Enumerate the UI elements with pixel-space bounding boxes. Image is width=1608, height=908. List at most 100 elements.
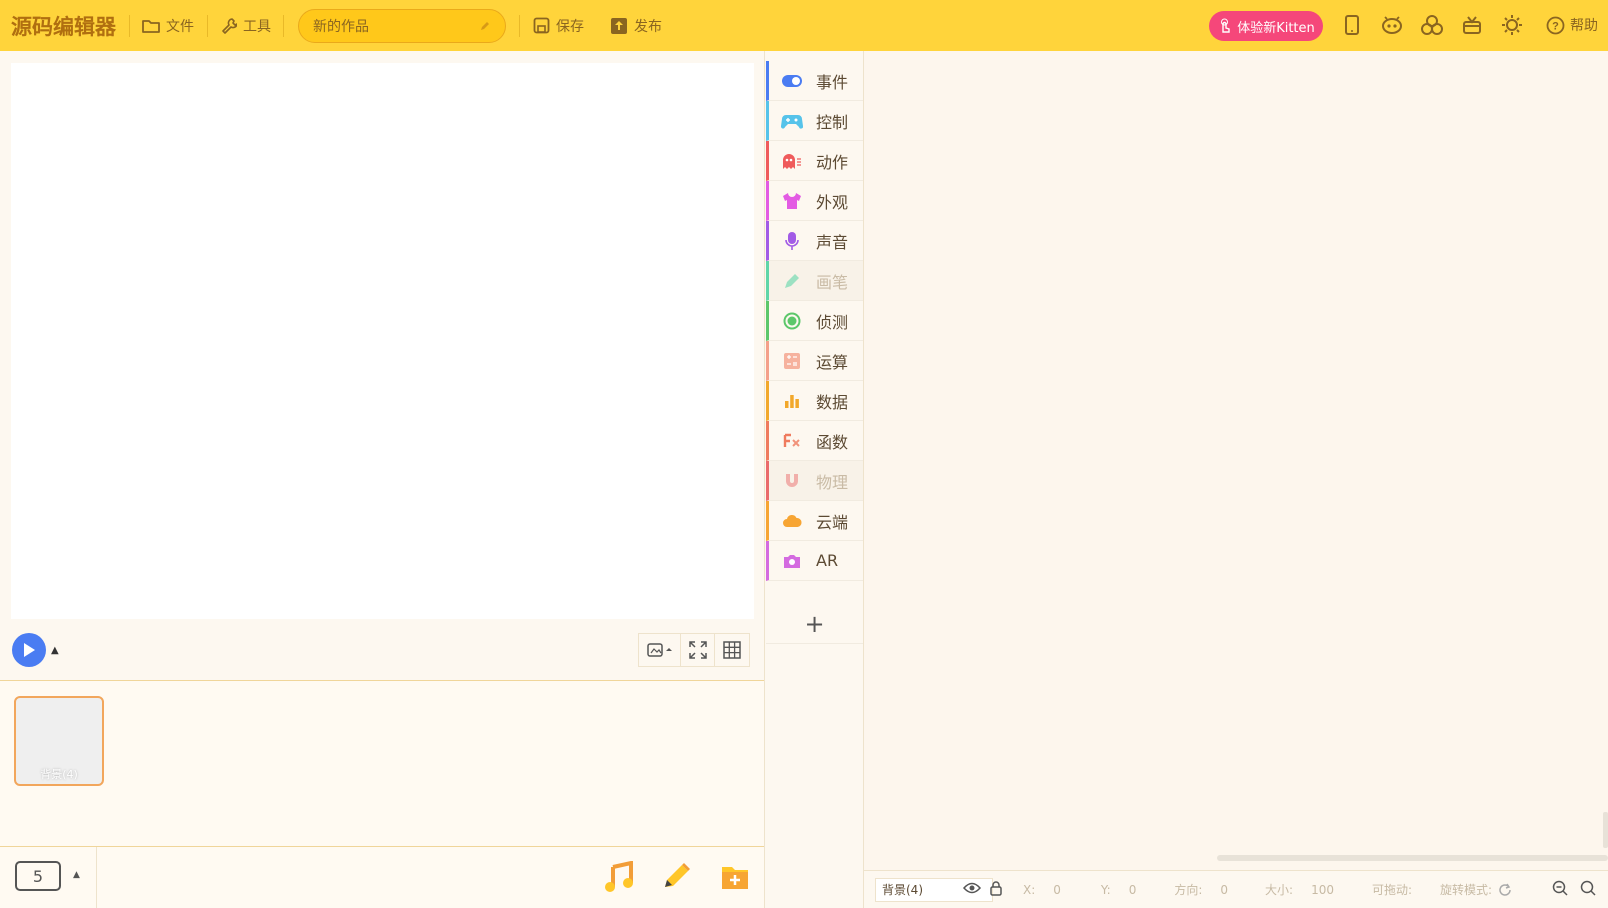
category-label: 控制 (816, 112, 849, 132)
screen-mode-icon (646, 643, 672, 657)
horizontal-scrollbar[interactable] (1217, 855, 1608, 861)
grid-button[interactable] (715, 634, 749, 666)
object-name: 背景(4) (882, 883, 923, 897)
category-label: 数据 (816, 392, 849, 412)
app-logo: 源码编辑器 (11, 14, 116, 39)
visibility-eye-icon[interactable] (962, 882, 982, 897)
file-menu[interactable]: 文件 (142, 16, 194, 36)
category-camera[interactable]: AR (766, 541, 863, 581)
direction-label: 方向: (1174, 883, 1203, 897)
sprite-list: 背景(4) (0, 680, 764, 846)
ghost-icon (780, 149, 804, 173)
category-label: 事件 (816, 72, 849, 92)
project-title: 新的作品 (313, 18, 369, 35)
music-icon[interactable] (604, 860, 634, 897)
tools-menu[interactable]: 工具 (221, 16, 271, 36)
vertical-scrollbar[interactable] (1603, 812, 1608, 848)
status-bar: 背景(4) X: 0 Y: 0 方向: 0 大小: 100 可拖动: 旋转模式: (864, 870, 1608, 908)
sprite-name: 背景(4) (40, 768, 78, 781)
category-toggle[interactable]: 事件 (766, 61, 863, 101)
add-folder-icon[interactable] (720, 863, 750, 895)
size-field[interactable]: 大小: 100 (1265, 881, 1334, 898)
calculator-icon (780, 349, 804, 373)
category-bar-chart[interactable]: 数据 (766, 381, 863, 421)
screen-mode-button[interactable] (639, 634, 681, 666)
category-label: 动作 (816, 152, 849, 172)
category-function[interactable]: 函数 (766, 421, 863, 461)
publish-button[interactable]: 发布 (610, 16, 662, 36)
direction-value: 0 (1220, 882, 1229, 897)
bottom-toolbar: 5 ▲ (0, 846, 764, 908)
paint-brush-icon[interactable] (661, 861, 691, 897)
camera-icon (780, 549, 804, 573)
help-icon: ? (1546, 16, 1565, 34)
robot-icon[interactable] (1381, 14, 1403, 36)
y-field[interactable]: Y: 0 (1101, 883, 1136, 897)
bar-chart-icon (780, 389, 804, 413)
category-cloud[interactable]: 云端 (766, 501, 863, 541)
add-extension-button[interactable]: + (766, 604, 863, 644)
category-label: 运算 (816, 352, 849, 372)
save-button[interactable]: 保存 (533, 16, 584, 36)
category-calculator[interactable]: 运算 (766, 341, 863, 381)
category-gamepad[interactable]: 控制 (766, 101, 863, 141)
scene-caret-icon[interactable]: ▲ (73, 870, 80, 880)
category-pen[interactable]: 画笔 (766, 261, 863, 301)
extension-icon[interactable] (1421, 14, 1443, 36)
scene-selector[interactable]: 5 ▲ (0, 847, 97, 908)
draggable-field[interactable]: 可拖动: (1372, 881, 1412, 898)
cloud-icon (780, 509, 804, 533)
zoom-in-icon[interactable] (1580, 880, 1596, 899)
rotate-icon (1499, 883, 1511, 896)
category-shirt[interactable]: 外观 (766, 181, 863, 221)
settings-sun-icon[interactable] (1501, 14, 1523, 36)
toggle-icon (780, 69, 804, 93)
sprite-card[interactable]: 背景(4) (14, 696, 104, 786)
divider (129, 14, 130, 37)
pen-icon (780, 269, 804, 293)
block-category-list: 事件控制动作外观声音画笔侦测运算数据函数物理云端 AR + (764, 51, 864, 908)
category-ghost[interactable]: 动作 (766, 141, 863, 181)
category-label: 声音 (816, 232, 849, 252)
svg-text:?: ? (1552, 20, 1559, 32)
category-label: 画笔 (816, 272, 849, 292)
wrench-icon (222, 17, 237, 34)
gamepad-icon (780, 109, 804, 133)
fullscreen-button[interactable] (681, 634, 715, 666)
try-kitten-button[interactable]: 体验新Kitten (1209, 11, 1323, 41)
help-label: 帮助 (1570, 18, 1598, 34)
stage-canvas[interactable] (11, 63, 754, 619)
size-label: 大小: (1265, 883, 1294, 897)
size-value: 100 (1311, 882, 1334, 897)
direction-field[interactable]: 方向: 0 (1174, 881, 1228, 898)
divider (283, 14, 284, 37)
rotation-label: 旋转模式: (1440, 883, 1493, 897)
run-button[interactable] (12, 633, 46, 667)
function-icon (780, 429, 804, 453)
radar-icon (780, 309, 804, 333)
category-label: 函数 (816, 432, 849, 452)
save-label: 保存 (556, 18, 584, 35)
code-workspace[interactable] (864, 51, 1608, 908)
y-label: Y: (1100, 882, 1111, 897)
shirt-icon (780, 189, 804, 213)
play-icon (24, 643, 35, 657)
category-radar[interactable]: 侦测 (766, 301, 863, 341)
project-title-input[interactable]: 新的作品 (298, 8, 506, 43)
tablet-icon[interactable] (1341, 14, 1363, 36)
run-options-caret-icon[interactable]: ▲ (51, 645, 59, 656)
category-label: 物理 (816, 472, 849, 492)
zoom-out-icon[interactable] (1552, 880, 1568, 899)
fullscreen-icon (688, 641, 707, 659)
draggable-label: 可拖动: (1371, 883, 1413, 897)
help-button[interactable]: ? 帮助 (1546, 15, 1598, 35)
category-magnet[interactable]: 物理 (766, 461, 863, 501)
lock-icon[interactable] (989, 880, 1003, 899)
stage-panel: ▲ (0, 51, 764, 681)
folder-icon (142, 19, 160, 33)
gift-box-icon[interactable] (1461, 14, 1483, 36)
tools-menu-label: 工具 (243, 18, 271, 35)
category-microphone[interactable]: 声音 (766, 221, 863, 261)
rotation-field[interactable]: 旋转模式: (1440, 881, 1512, 898)
x-field[interactable]: X: 0 (1023, 883, 1061, 897)
